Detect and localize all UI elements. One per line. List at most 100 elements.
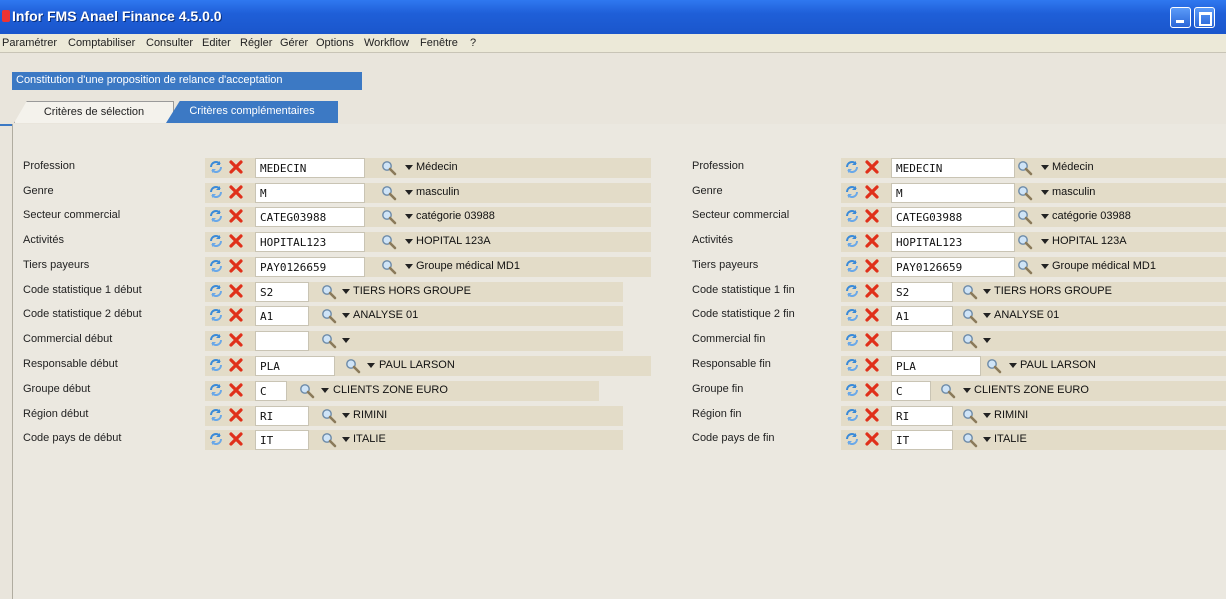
search-icon[interactable] (962, 308, 978, 324)
search-icon[interactable] (1017, 209, 1033, 225)
refresh-icon[interactable] (845, 432, 859, 446)
menu-comptabiliser[interactable]: Comptabiliser (68, 37, 135, 49)
delete-icon[interactable] (865, 160, 879, 174)
right-code-input-code-pays-de-fin[interactable]: IT (891, 430, 953, 450)
menu-help[interactable]: ? (470, 37, 476, 49)
right-code-input-activites[interactable]: HOPITAL123 (891, 232, 1015, 252)
right-label-responsable-fin: Responsable fin (692, 358, 771, 370)
right-code-input-groupe-fin[interactable]: C (891, 381, 931, 401)
dropdown-arrow-icon[interactable] (983, 338, 991, 343)
right-code-input-genre[interactable]: M (891, 183, 1015, 203)
search-icon[interactable] (1017, 259, 1033, 275)
form-panel: Profession MEDECIN Médecin Genre Mmasculin Se… (12, 124, 1226, 599)
right-code-input-commercial-fin[interactable] (891, 331, 953, 351)
dropdown-arrow-icon[interactable] (983, 313, 991, 318)
delete-icon[interactable] (865, 234, 879, 248)
right-row-tiers-payeurs: Tiers payeurs PAY0126659 Groupe médical MD… (13, 256, 1226, 278)
right-code-input-code-statistique-2-fin[interactable]: A1 (891, 306, 953, 326)
dropdown-arrow-icon[interactable] (1041, 190, 1049, 195)
right-code-input-code-statistique-1-fin[interactable]: S2 (891, 282, 953, 302)
right-row-responsable-fin: Responsable fin PLA PAUL LARSON (13, 355, 1226, 377)
dropdown-arrow-icon[interactable] (983, 289, 991, 294)
refresh-icon[interactable] (845, 209, 859, 223)
right-label-activites: Activités (692, 234, 733, 246)
right-description-tiers-payeurs: Groupe médical MD1 (1052, 260, 1156, 272)
right-label-groupe-fin: Groupe fin (692, 383, 744, 395)
dropdown-arrow-icon[interactable] (963, 388, 971, 393)
refresh-icon[interactable] (845, 333, 859, 347)
right-row-code-pays-de-fin: Code pays de fin IT ITALIE (13, 429, 1226, 451)
menu-bar: Paramétrer Comptabiliser Consulter Edite… (0, 34, 1226, 53)
tab-strip: Critères de sélection Critères complémen… (0, 90, 1226, 126)
right-code-input-tiers-payeurs[interactable]: PAY0126659 (891, 257, 1015, 277)
dropdown-arrow-icon[interactable] (1041, 214, 1049, 219)
dropdown-arrow-icon[interactable] (1041, 239, 1049, 244)
right-row-groupe-fin: Groupe fin C CLIENTS ZONE EURO (13, 380, 1226, 402)
right-code-input-secteur-commercial[interactable]: CATEG03988 (891, 207, 1015, 227)
right-row-activites: Activités HOPITAL123 HOPITAL 123A (13, 231, 1226, 253)
search-icon[interactable] (962, 284, 978, 300)
dropdown-arrow-icon[interactable] (983, 413, 991, 418)
right-code-input-responsable-fin[interactable]: PLA (891, 356, 981, 376)
right-code-input-profession[interactable]: MEDECIN (891, 158, 1015, 178)
tab-criteres-complementaires[interactable]: Critères complémentaires (166, 101, 338, 123)
right-row-profession: Profession MEDECIN Médecin (13, 157, 1226, 179)
search-icon[interactable] (1017, 185, 1033, 201)
maximize-button[interactable] (1194, 7, 1215, 28)
dropdown-arrow-icon[interactable] (983, 437, 991, 442)
delete-icon[interactable] (865, 408, 879, 422)
delete-icon[interactable] (865, 284, 879, 298)
delete-icon[interactable] (865, 308, 879, 322)
dropdown-arrow-icon[interactable] (1041, 165, 1049, 170)
search-icon[interactable] (940, 383, 956, 399)
refresh-icon[interactable] (845, 383, 859, 397)
search-icon[interactable] (1017, 160, 1033, 176)
app-title: Infor FMS Anael Finance 4.5.0.0 (12, 8, 222, 24)
right-description-activites: HOPITAL 123A (1052, 235, 1127, 247)
right-row-code-statistique-2-fin: Code statistique 2 fin A1 ANALYSE 01 (13, 305, 1226, 327)
refresh-icon[interactable] (845, 284, 859, 298)
title-bar: Infor FMS Anael Finance 4.5.0.0 (0, 0, 1226, 34)
menu-consulter[interactable]: Consulter (146, 37, 193, 49)
menu-parametrer[interactable]: Paramétrer (2, 37, 57, 49)
minimize-button[interactable] (1170, 7, 1191, 28)
tab-criteres-selection[interactable]: Critères de sélection (14, 101, 174, 123)
menu-fenetre[interactable]: Fenêtre (420, 37, 458, 49)
refresh-icon[interactable] (845, 358, 859, 372)
menu-options[interactable]: Options (316, 37, 354, 49)
menu-regler[interactable]: Régler (240, 37, 272, 49)
refresh-icon[interactable] (845, 160, 859, 174)
right-label-tiers-payeurs: Tiers payeurs (692, 259, 759, 271)
menu-editer[interactable]: Editer (202, 37, 231, 49)
window-caption-text: Constitution d'une proposition de relanc… (16, 74, 283, 86)
delete-icon[interactable] (865, 259, 879, 273)
app-icon (2, 10, 10, 22)
dropdown-arrow-icon[interactable] (1009, 363, 1017, 368)
search-icon[interactable] (986, 358, 1002, 374)
refresh-icon[interactable] (845, 234, 859, 248)
search-icon[interactable] (962, 408, 978, 424)
right-code-input-region-fin[interactable]: RI (891, 406, 953, 426)
menu-workflow[interactable]: Workflow (364, 37, 409, 49)
right-label-commercial-fin: Commercial fin (692, 333, 766, 345)
search-icon[interactable] (1017, 234, 1033, 250)
right-description-region-fin: RIMINI (994, 409, 1029, 421)
delete-icon[interactable] (865, 383, 879, 397)
delete-icon[interactable] (865, 358, 879, 372)
right-description-code-statistique-1-fin: TIERS HORS GROUPE (994, 285, 1112, 297)
right-row-genre: Genre Mmasculin (13, 182, 1226, 204)
delete-icon[interactable] (865, 333, 879, 347)
refresh-icon[interactable] (845, 308, 859, 322)
delete-icon[interactable] (865, 185, 879, 199)
right-description-code-pays-de-fin: ITALIE (994, 433, 1027, 445)
menu-gerer[interactable]: Gérer (280, 37, 308, 49)
search-icon[interactable] (962, 432, 978, 448)
right-description-genre: masculin (1052, 186, 1096, 198)
search-icon[interactable] (962, 333, 978, 349)
delete-icon[interactable] (865, 432, 879, 446)
refresh-icon[interactable] (845, 185, 859, 199)
refresh-icon[interactable] (845, 259, 859, 273)
dropdown-arrow-icon[interactable] (1041, 264, 1049, 269)
refresh-icon[interactable] (845, 408, 859, 422)
delete-icon[interactable] (865, 209, 879, 223)
